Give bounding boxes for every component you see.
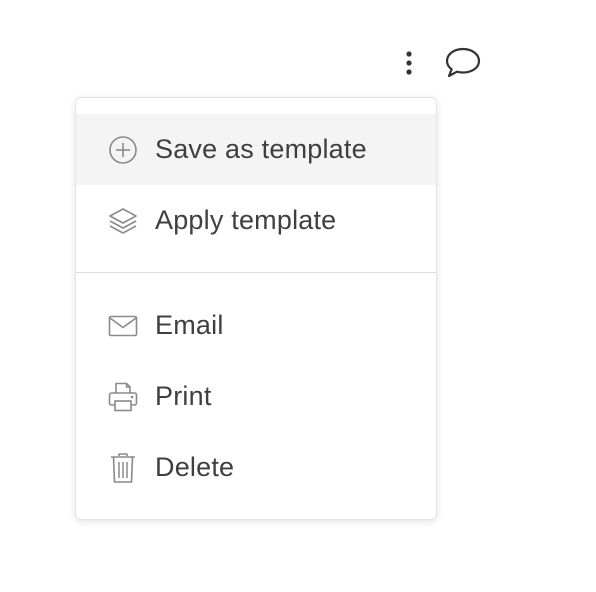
- menu-item-label: Save as template: [155, 134, 367, 164]
- menu-divider: [76, 272, 436, 273]
- menu-item-label: Apply template: [155, 205, 337, 235]
- printer-icon: [107, 381, 139, 413]
- menu-item-label: Print: [155, 381, 212, 411]
- plus-circle-icon: [107, 134, 139, 166]
- comment-icon[interactable]: [440, 44, 486, 82]
- menu-item-save-as-template[interactable]: Save as template: [76, 114, 436, 185]
- envelope-icon: [107, 310, 139, 342]
- menu-item-delete[interactable]: Delete: [76, 432, 436, 503]
- menu-item-email[interactable]: Email: [76, 290, 436, 361]
- options-dropdown-menu: Save as template Apply template Email Pr…: [75, 97, 437, 520]
- menu-item-apply-template[interactable]: Apply template: [76, 185, 436, 256]
- trash-icon: [107, 452, 139, 484]
- layers-icon: [107, 205, 139, 237]
- menu-item-label: Email: [155, 310, 224, 340]
- more-options-kebab-icon[interactable]: [396, 44, 422, 82]
- menu-item-print[interactable]: Print: [76, 361, 436, 432]
- menu-item-label: Delete: [155, 452, 235, 482]
